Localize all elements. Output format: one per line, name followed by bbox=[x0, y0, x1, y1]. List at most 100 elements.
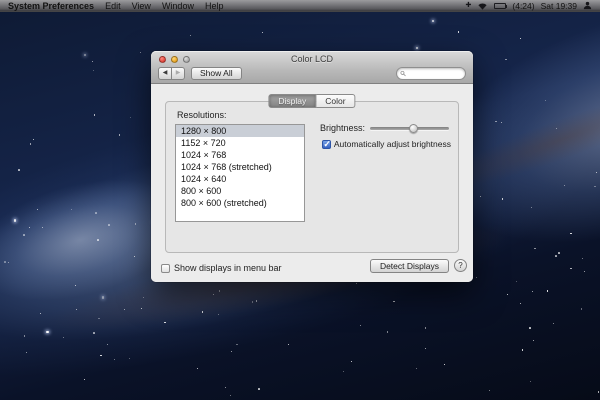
star bbox=[544, 99, 546, 101]
star bbox=[595, 172, 597, 174]
star bbox=[581, 257, 584, 260]
star bbox=[225, 386, 227, 388]
star bbox=[93, 332, 95, 334]
status-plus-icon[interactable]: ✚ bbox=[466, 2, 472, 9]
display-pane: Resolutions: 1280 × 800 1152 × 720 1024 × … bbox=[165, 101, 459, 253]
star bbox=[100, 354, 102, 357]
star bbox=[555, 128, 557, 130]
star bbox=[93, 114, 95, 116]
star bbox=[32, 139, 34, 141]
auto-brightness-checkbox[interactable] bbox=[321, 139, 331, 150]
resolution-row[interactable]: 800 × 600 bbox=[176, 185, 304, 197]
star bbox=[37, 208, 39, 210]
battery-icon[interactable] bbox=[494, 2, 508, 9]
user-icon[interactable] bbox=[583, 1, 592, 10]
star bbox=[95, 212, 97, 214]
star bbox=[201, 311, 203, 313]
star bbox=[97, 239, 99, 241]
star bbox=[534, 247, 536, 250]
star bbox=[416, 368, 418, 370]
star bbox=[218, 290, 221, 292]
forward-button[interactable]: ▶ bbox=[171, 67, 185, 80]
star bbox=[356, 282, 358, 284]
brightness-slider-thumb[interactable] bbox=[408, 123, 418, 133]
star bbox=[457, 31, 460, 33]
window-content: Display Color Resolutions: 1280 × 800 115… bbox=[151, 85, 473, 282]
star bbox=[108, 224, 110, 226]
wifi-icon[interactable] bbox=[477, 2, 488, 10]
star bbox=[555, 255, 557, 257]
minimize-button[interactable] bbox=[171, 56, 178, 63]
color-lcd-window: Color LCD ◀ ▶ Show All Display Color Res… bbox=[151, 51, 473, 282]
menu-app-name[interactable]: System Preferences bbox=[8, 1, 94, 11]
brightness-slider[interactable] bbox=[370, 123, 449, 133]
tab-color[interactable]: Color bbox=[316, 94, 356, 108]
back-button[interactable]: ◀ bbox=[158, 67, 172, 80]
resolution-row[interactable]: 1152 × 720 bbox=[176, 137, 304, 149]
brightness-row: Brightness: bbox=[320, 123, 449, 133]
star bbox=[359, 324, 362, 327]
star bbox=[102, 296, 105, 299]
star bbox=[564, 185, 566, 186]
resolution-row[interactable]: 1024 × 768 bbox=[176, 149, 304, 161]
show-displays-checkbox[interactable] bbox=[161, 263, 170, 273]
search-field[interactable] bbox=[396, 67, 466, 80]
star bbox=[520, 37, 521, 39]
search-icon bbox=[400, 70, 406, 77]
star bbox=[63, 336, 65, 338]
search-input[interactable] bbox=[408, 69, 462, 78]
menu-window[interactable]: Window bbox=[162, 1, 194, 11]
star bbox=[558, 252, 560, 254]
resolution-row[interactable]: 1280 × 800 bbox=[176, 125, 304, 137]
star bbox=[393, 300, 395, 303]
window-toolbar: ◀ ▶ Show All bbox=[158, 66, 466, 81]
star bbox=[432, 19, 435, 22]
tab-bar: Display Color bbox=[268, 94, 356, 108]
resolution-row[interactable]: 1024 × 768 (stretched) bbox=[176, 161, 304, 173]
menu-clock[interactable]: Sat 19:39 bbox=[541, 1, 577, 11]
star bbox=[123, 308, 125, 310]
resolution-row[interactable]: 1024 × 640 bbox=[176, 173, 304, 185]
detect-displays-button[interactable]: Detect Displays bbox=[369, 259, 449, 273]
star bbox=[114, 359, 116, 360]
help-button[interactable]: ? bbox=[454, 259, 467, 272]
star bbox=[424, 327, 427, 329]
menu-view[interactable]: View bbox=[132, 1, 151, 11]
traffic-lights bbox=[159, 56, 190, 63]
star bbox=[18, 169, 20, 171]
tab-display[interactable]: Display bbox=[268, 94, 317, 108]
star bbox=[13, 219, 16, 222]
star bbox=[189, 34, 191, 36]
window-title: Color LCD bbox=[290, 54, 333, 64]
star bbox=[530, 207, 532, 209]
star bbox=[515, 280, 517, 282]
star bbox=[118, 134, 120, 136]
star bbox=[236, 343, 238, 346]
zoom-button[interactable] bbox=[183, 56, 190, 63]
star bbox=[597, 391, 600, 393]
close-button[interactable] bbox=[159, 56, 166, 63]
star bbox=[506, 294, 508, 296]
star bbox=[75, 284, 77, 286]
star bbox=[505, 58, 507, 61]
star bbox=[29, 143, 32, 145]
star bbox=[495, 120, 497, 122]
menu-help[interactable]: Help bbox=[205, 1, 224, 11]
star bbox=[479, 196, 481, 198]
menu-edit[interactable]: Edit bbox=[105, 1, 121, 11]
star bbox=[570, 267, 572, 270]
star bbox=[134, 256, 136, 258]
star bbox=[23, 234, 25, 236]
resolutions-label: Resolutions: bbox=[177, 110, 227, 120]
star bbox=[4, 261, 6, 263]
star bbox=[229, 395, 231, 397]
star bbox=[580, 308, 583, 310]
resolutions-listbox[interactable]: 1280 × 800 1152 × 720 1024 × 768 1024 × 768… bbox=[175, 124, 305, 222]
battery-time[interactable]: (4:24) bbox=[512, 1, 534, 11]
star bbox=[42, 227, 44, 229]
resolution-row[interactable]: 800 × 600 (stretched) bbox=[176, 197, 304, 209]
star bbox=[84, 378, 86, 380]
show-all-button[interactable]: Show All bbox=[191, 67, 242, 80]
auto-brightness-label: Automatically adjust brightness bbox=[333, 139, 451, 149]
star bbox=[212, 294, 214, 295]
